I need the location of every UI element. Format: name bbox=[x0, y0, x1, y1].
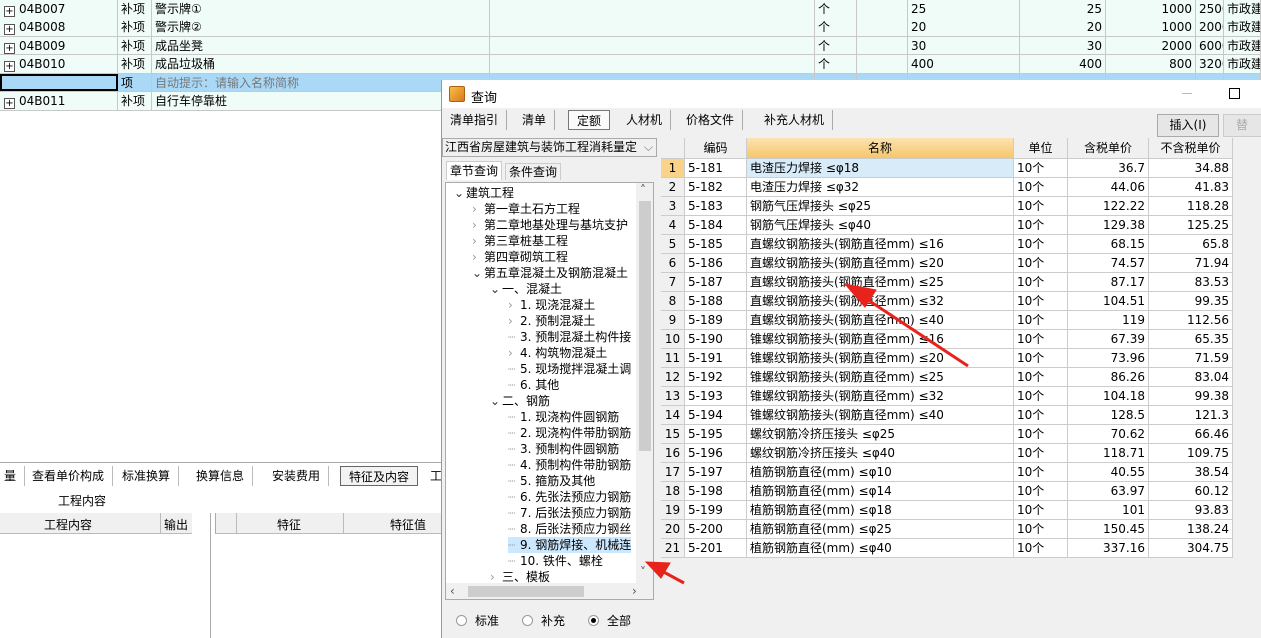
annotation-arrows bbox=[644, 283, 969, 585]
red-arrow-2 bbox=[644, 561, 685, 585]
red-arrow-1 bbox=[843, 283, 969, 368]
